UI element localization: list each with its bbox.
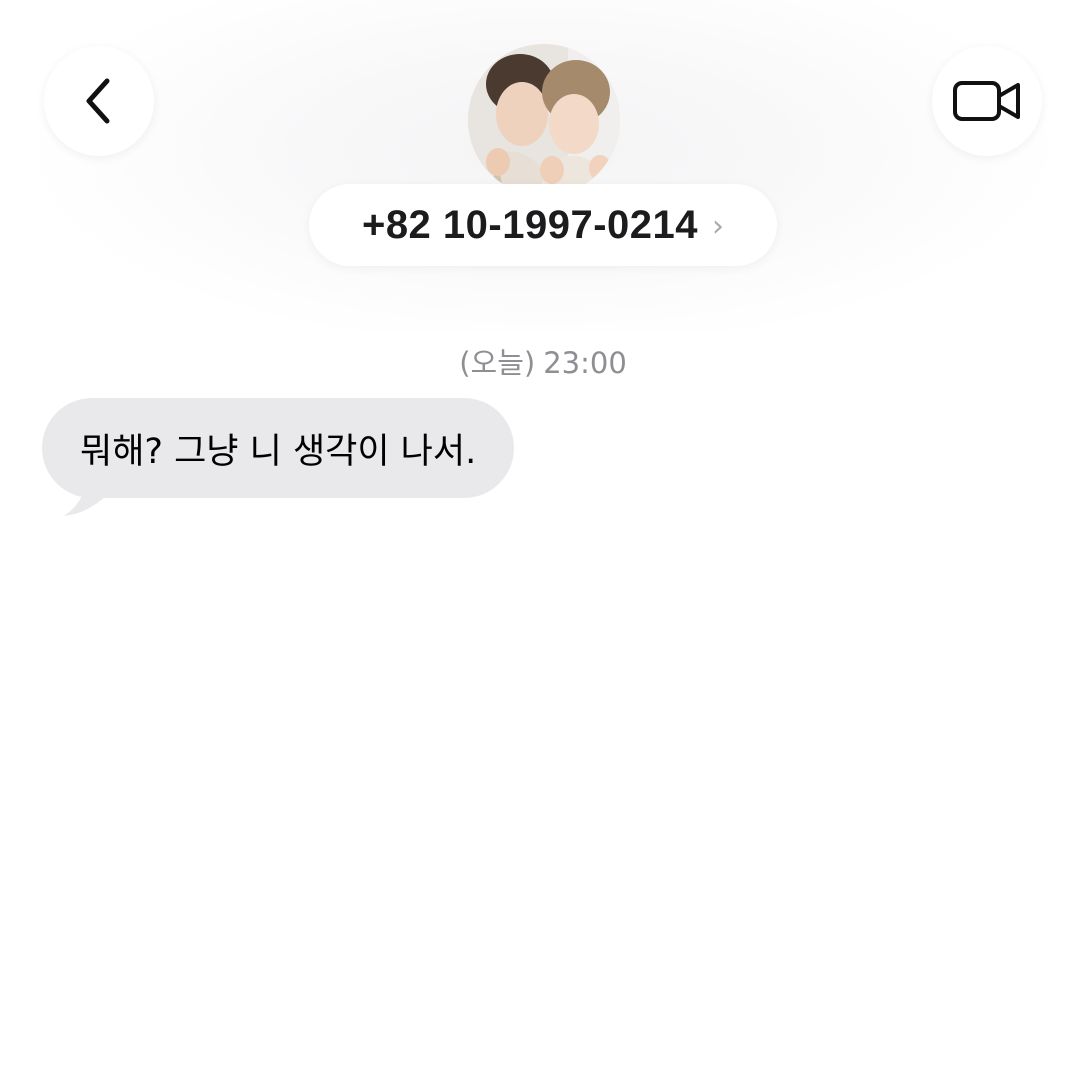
message-text: 뭐해? 그냥 니 생각이 나서. xyxy=(80,431,477,472)
video-camera-icon xyxy=(953,81,1020,121)
chevron-left-icon xyxy=(86,78,110,124)
back-button[interactable] xyxy=(44,46,154,156)
messages-screen: +82 10-1997-0214 › (오늘) 23:00 뭐해? 그냥 니 생각… xyxy=(0,0,1086,1086)
incoming-message: 뭐해? 그냥 니 생각이 나서. xyxy=(42,398,515,516)
facetime-video-button[interactable] xyxy=(932,46,1042,156)
contact-avatar[interactable] xyxy=(468,44,620,196)
chevron-right-icon: › xyxy=(712,209,725,244)
contact-name-button[interactable]: +82 10-1997-0214 › xyxy=(309,184,777,266)
message-bubble[interactable]: 뭐해? 그냥 니 생각이 나서. xyxy=(42,398,515,498)
timestamp-day: (오늘) xyxy=(459,346,536,380)
timestamp-time: 23:00 xyxy=(543,346,627,380)
contact-name: +82 10-1997-0214 xyxy=(361,202,699,247)
avatar-photo xyxy=(468,44,620,196)
message-timestamp: (오늘) 23:00 xyxy=(0,340,1086,382)
